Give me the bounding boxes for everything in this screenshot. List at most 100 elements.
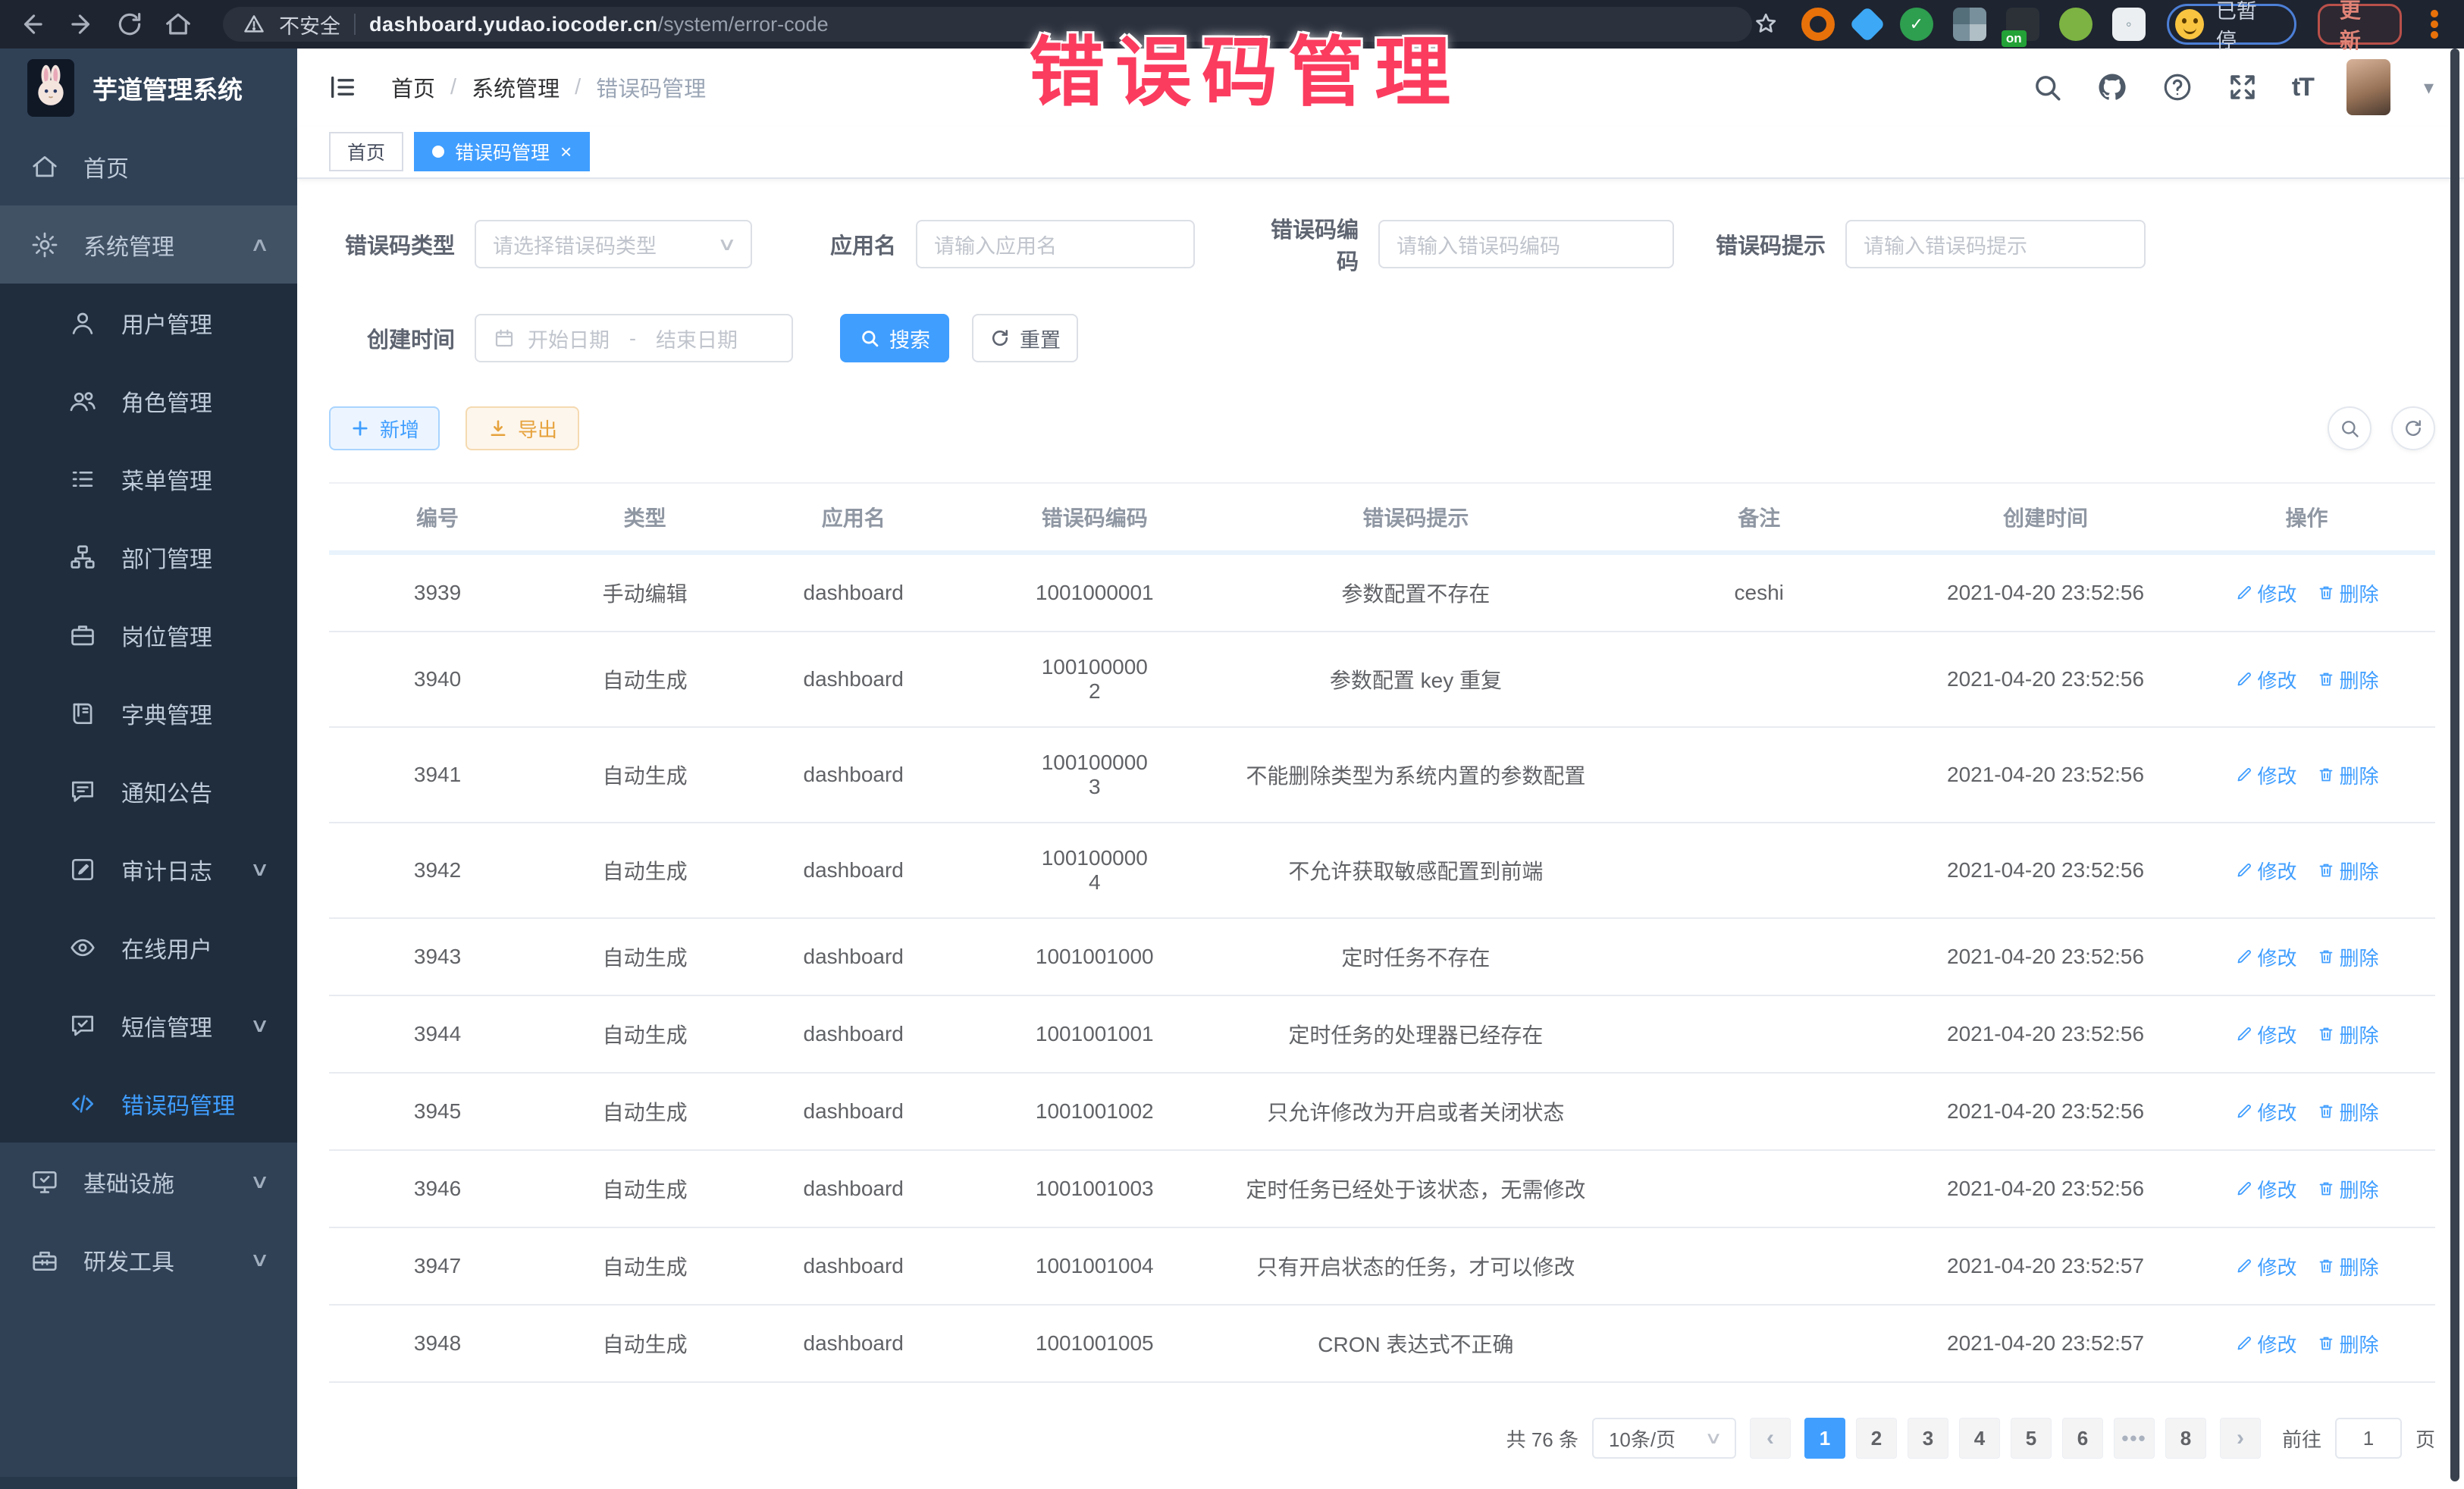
- sidebar-item-book[interactable]: 字典管理: [0, 674, 297, 752]
- browser-update-button[interactable]: 更新: [2318, 4, 2403, 45]
- extension-green-tool-icon[interactable]: [2059, 8, 2093, 41]
- sidebar-item-code[interactable]: 错误码管理: [0, 1064, 297, 1143]
- app-name-input[interactable]: 请输入应用名: [916, 220, 1195, 268]
- delete-link[interactable]: 删除: [2317, 1020, 2379, 1049]
- search-button[interactable]: 搜索: [840, 314, 949, 362]
- page-button-1[interactable]: 1: [1804, 1418, 1845, 1459]
- sidebar-item-sms[interactable]: 短信管理 ∨: [0, 986, 297, 1064]
- page-button-6[interactable]: 6: [2062, 1418, 2103, 1459]
- goto-label: 前往: [2282, 1425, 2321, 1453]
- sidebar-toggle-icon[interactable]: [328, 72, 358, 102]
- extension-blue-gem-icon[interactable]: [1849, 6, 1886, 42]
- refresh-table-button[interactable]: [2391, 406, 2435, 450]
- export-button-label: 导出: [518, 415, 557, 443]
- export-button[interactable]: 导出: [466, 406, 579, 450]
- delete-link[interactable]: 删除: [2317, 1330, 2379, 1358]
- delete-link[interactable]: 删除: [2317, 857, 2379, 885]
- cell-remark: [1605, 727, 1913, 823]
- prev-page-button[interactable]: ‹: [1750, 1418, 1791, 1459]
- github-icon[interactable]: [2096, 71, 2128, 103]
- sidebar-item-toolbox[interactable]: 研发工具 ∨: [0, 1221, 297, 1299]
- edit-link[interactable]: 修改: [2235, 1175, 2297, 1203]
- fullscreen-icon[interactable]: [2227, 71, 2259, 103]
- sidebar-item-home[interactable]: 首页: [0, 127, 297, 205]
- delete-link[interactable]: 删除: [2317, 943, 2379, 971]
- extension-grid-icon[interactable]: [1953, 8, 1986, 41]
- extension-green-check-icon[interactable]: ✓: [1900, 8, 1933, 41]
- page-button-8[interactable]: 8: [2165, 1418, 2206, 1459]
- page-button-5[interactable]: 5: [2011, 1418, 2052, 1459]
- bookmark-star-icon[interactable]: [1752, 10, 1779, 39]
- tab-close-icon[interactable]: ×: [560, 142, 572, 161]
- edit-link[interactable]: 修改: [2235, 579, 2297, 607]
- extension-orange-ring-icon[interactable]: [1801, 8, 1835, 41]
- edit-link[interactable]: 修改: [2235, 857, 2297, 885]
- sidebar-item-briefcase[interactable]: 岗位管理: [0, 596, 297, 674]
- extension-puzzle-icon[interactable]: ◦: [2112, 8, 2146, 41]
- tab-home[interactable]: 首页: [329, 132, 403, 171]
- date-range-picker[interactable]: 开始日期 - 结束日期: [475, 314, 793, 362]
- page-size-select[interactable]: 10条/页 ∨: [1592, 1418, 1736, 1459]
- more-pages-button[interactable]: •••: [2114, 1418, 2155, 1459]
- edit-link[interactable]: 修改: [2235, 1252, 2297, 1281]
- page-button-3[interactable]: 3: [1908, 1418, 1948, 1459]
- page-button-2[interactable]: 2: [1856, 1418, 1897, 1459]
- font-size-icon[interactable]: tT: [2292, 73, 2313, 102]
- users-icon: [68, 387, 97, 415]
- app-logo[interactable]: 芋道管理系统: [0, 49, 297, 127]
- edit-link[interactable]: 修改: [2235, 1098, 2297, 1126]
- cell-app: dashboard: [744, 553, 963, 632]
- error-type-select[interactable]: 请选择错误码类型 ∨: [475, 220, 752, 268]
- browser-reload-icon[interactable]: [115, 10, 144, 39]
- extension-script-manager-icon[interactable]: on: [2006, 8, 2039, 41]
- header-search-icon[interactable]: [2031, 71, 2063, 103]
- page-scrollbar[interactable]: [2450, 49, 2459, 1481]
- sidebar-item-comment[interactable]: 通知公告: [0, 752, 297, 830]
- cell-code: 1001001002: [963, 1073, 1226, 1150]
- help-icon[interactable]: [2161, 71, 2193, 103]
- reset-button[interactable]: 重置: [972, 314, 1078, 362]
- edit-link[interactable]: 修改: [2235, 761, 2297, 789]
- next-page-button[interactable]: ›: [2220, 1418, 2261, 1459]
- error-code-input[interactable]: 请输入错误码编码: [1378, 220, 1674, 268]
- show-search-toggle-button[interactable]: [2328, 406, 2372, 450]
- edit-link[interactable]: 修改: [2235, 943, 2297, 971]
- sidebar-item-user[interactable]: 用户管理: [0, 284, 297, 362]
- tab-error-code[interactable]: 错误码管理 ×: [414, 132, 590, 171]
- page-button-4[interactable]: 4: [1959, 1418, 2000, 1459]
- browser-menu-icon[interactable]: [2431, 20, 2438, 28]
- address-bar[interactable]: 不安全 dashboard.yudao.iocoder.cn/system/er…: [223, 7, 1752, 42]
- edit-link[interactable]: 修改: [2235, 1020, 2297, 1049]
- delete-link[interactable]: 删除: [2317, 761, 2379, 789]
- sidebar-item-tree[interactable]: 部门管理: [0, 518, 297, 596]
- sidebar-item-audit[interactable]: 审计日志 ∨: [0, 830, 297, 908]
- edit-pencil-icon: [2235, 1334, 2253, 1353]
- delete-link[interactable]: 删除: [2317, 1175, 2379, 1203]
- edit-link[interactable]: 修改: [2235, 666, 2297, 694]
- browser-back-icon[interactable]: [18, 10, 47, 39]
- browser-home-icon[interactable]: [164, 10, 193, 39]
- sidebar-item-users[interactable]: 角色管理: [0, 362, 297, 440]
- delete-link[interactable]: 删除: [2317, 579, 2379, 607]
- breadcrumb-home[interactable]: 首页: [391, 71, 435, 103]
- edit-link[interactable]: 修改: [2235, 1330, 2297, 1358]
- delete-link[interactable]: 删除: [2317, 1252, 2379, 1281]
- table-row: 3942 自动生成 dashboard 100100000 4 不允许获取敏感配…: [329, 823, 2435, 918]
- add-button[interactable]: 新增: [329, 406, 440, 450]
- error-msg-input[interactable]: 请输入错误码提示: [1845, 220, 2146, 268]
- breadcrumb-system[interactable]: 系统管理: [472, 71, 560, 103]
- user-avatar[interactable]: [2346, 59, 2390, 115]
- avatar-caret-down-icon[interactable]: ▾: [2424, 76, 2434, 99]
- cell-remark: [1605, 1305, 1913, 1382]
- sidebar-collapse-bar[interactable]: [0, 1477, 297, 1489]
- sidebar-item-infra[interactable]: 基础设施 ∨: [0, 1143, 297, 1221]
- sidebar-item-gear[interactable]: 系统管理 ∧: [0, 205, 297, 284]
- delete-link[interactable]: 删除: [2317, 666, 2379, 694]
- security-label[interactable]: 不安全: [279, 10, 340, 39]
- sidebar-item-online[interactable]: 在线用户: [0, 908, 297, 986]
- browser-profile-chip[interactable]: 已暂停: [2167, 4, 2296, 45]
- goto-page-input[interactable]: [2335, 1418, 2402, 1459]
- browser-forward-icon[interactable]: [67, 10, 96, 39]
- sidebar-item-list[interactable]: 菜单管理: [0, 440, 297, 518]
- delete-link[interactable]: 删除: [2317, 1098, 2379, 1126]
